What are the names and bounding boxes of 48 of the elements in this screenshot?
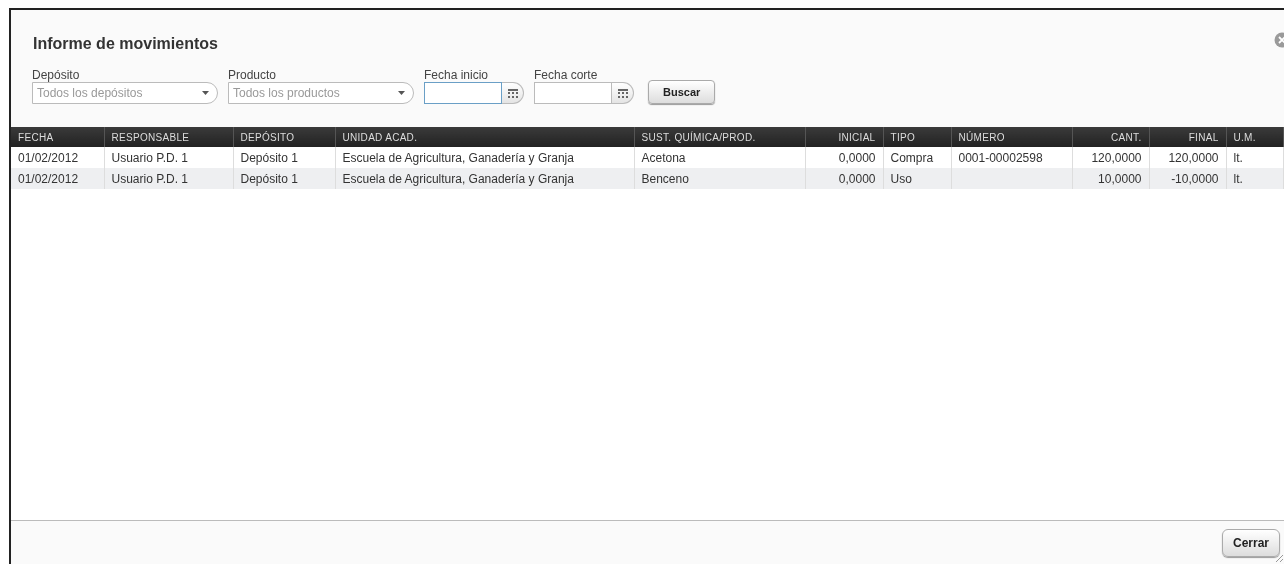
table-cell: -10,0000 (1171, 171, 1219, 186)
table-cell: 01/02/2012 (18, 171, 79, 186)
column-header[interactable]: DEPÓSITO (233, 127, 335, 147)
table-cell: 0001-00002598 (958, 150, 1043, 165)
field-label: Fecha inicio (424, 68, 490, 82)
column-header[interactable]: TIPO (883, 127, 951, 147)
field-label: Fecha corte (534, 68, 599, 82)
column-header[interactable]: CANT. (1072, 127, 1149, 147)
column-header[interactable]: SUST. QUÍMICA/PROD. (634, 127, 805, 147)
table-cell: 01/02/2012 (18, 150, 79, 165)
column-header[interactable]: FINAL (1149, 127, 1226, 147)
table-cell: Usuario P.D. 1 (111, 150, 188, 165)
table-cell: lt. (1233, 171, 1243, 186)
calendar-icon[interactable] (617, 88, 628, 98)
table-cell: 120,0000 (1091, 150, 1142, 165)
table-cell: 0,0000 (838, 171, 876, 186)
table-cell: Escuela de Agricultura, Ganadería y Granja (342, 150, 574, 165)
table-cell: Usuario P.D. 1 (111, 171, 188, 186)
column-header[interactable]: FECHA (11, 127, 104, 147)
table-cell: 120,0000 (1168, 150, 1219, 165)
column-header[interactable]: U.M. (1226, 127, 1284, 147)
table-cell: Uso (890, 171, 912, 186)
date-field[interactable] (424, 82, 502, 104)
table-cell: 10,0000 (1098, 171, 1142, 186)
column-header[interactable]: NÚMERO (951, 127, 1072, 147)
caret-icon[interactable] (202, 91, 209, 95)
table-cell: Benceno (641, 171, 689, 186)
table-cell: Acetona (641, 150, 686, 165)
search-button[interactable]: Buscar (648, 79, 716, 104)
column-header[interactable]: INICIAL (805, 127, 883, 147)
table-cell: Depósito 1 (240, 150, 298, 165)
resize-grip-icon[interactable] (1275, 554, 1283, 562)
field-label: Depósito (32, 68, 81, 82)
calendar-button[interactable] (502, 82, 524, 104)
table-cell: Depósito 1 (240, 171, 298, 186)
calendar-button[interactable] (612, 82, 634, 104)
table-cell: Escuela de Agricultura, Ganadería y Granja (342, 171, 574, 186)
date-field[interactable] (534, 82, 612, 104)
field-label: Producto (228, 68, 278, 82)
close-button[interactable]: Cerrar (1221, 528, 1280, 557)
column-header[interactable]: UNIDAD ACAD. (335, 127, 634, 147)
calendar-icon[interactable] (507, 88, 518, 98)
table-cell: Compra (890, 150, 934, 165)
dialog-title: Informe de movimientos (33, 34, 218, 54)
column-header[interactable]: RESPONSABLE (104, 127, 233, 147)
table-cell: 0,0000 (838, 150, 876, 165)
caret-icon[interactable] (398, 91, 405, 95)
table-cell: lt. (1233, 150, 1243, 165)
